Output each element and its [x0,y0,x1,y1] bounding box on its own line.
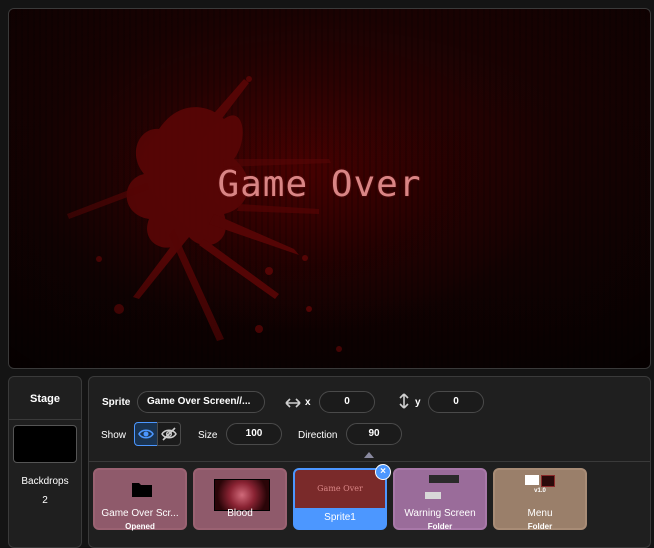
sprite-label: Sprite [102,397,131,408]
show-toggle-group [134,422,182,446]
show-hidden-button[interactable] [157,422,181,446]
sprite-info-panel: Sprite Game Over Screen//... x 0 y 0 Sho… [88,376,651,548]
sprite-thumbnail [195,470,285,511]
sprite-name-input[interactable]: Game Over Screen//... [137,391,265,413]
sprite-thumbnail-text: v1.0 [534,488,546,494]
panel-resize-handle[interactable] [364,452,374,458]
x-position-input[interactable]: 0 [319,391,375,413]
size-input[interactable]: 100 [226,423,282,445]
sprite-subtitle: Folder [527,522,553,531]
eye-icon [138,429,154,439]
sprite-name: Menu [527,508,553,519]
y-position-input[interactable]: 0 [428,391,484,413]
stage-selector-panel[interactable]: Stage Backdrops 2 [8,376,82,548]
sprite-card-sprite1[interactable]: Game Over Sprite1 × [293,464,391,530]
stage-backdrop-thumbnail[interactable] [13,425,77,463]
horizontal-arrows-icon [285,396,301,414]
sprite-card-menu[interactable]: v1.0 Menu Folder [493,468,587,531]
sprite-thumbnail: v1.0 [495,470,585,508]
eye-slash-icon [161,427,177,441]
size-label: Size [198,430,218,441]
stage-panel-title: Stage [30,393,60,405]
game-over-title: Game Over [217,164,422,205]
sprite-list: Game Over Scr... Opened Blood Game Over … [89,461,650,547]
sprite-card-blood[interactable]: Blood [193,468,287,530]
direction-input[interactable]: 90 [346,423,402,445]
sprite-thumbnail-text: Game Over [317,484,363,493]
delete-sprite-button[interactable]: × [375,464,391,480]
sprite-name: Warning Screen [404,508,476,519]
sprite-subtitle: Folder [427,522,453,531]
sprite-card-game-over-screen[interactable]: Game Over Scr... Opened [93,468,187,531]
vertical-arrows-icon [398,393,410,414]
stage-canvas[interactable]: Game Over [8,8,651,369]
sprite-thumbnail [95,470,185,508]
x-label: x [305,397,311,408]
sprite-card-warning-screen[interactable]: Warning Screen Folder [393,468,487,531]
show-visible-button[interactable] [134,422,158,446]
sprite-name: Blood [227,508,253,519]
sprite-name: Game Over Scr... [101,508,179,519]
sprite-thumbnail [395,470,485,508]
stage-panel-divider [9,419,81,420]
folder-icon [132,483,152,497]
y-label: y [415,397,421,408]
backdrops-label: Backdrops [21,476,69,487]
show-label: Show [101,430,127,441]
sprite-name: Sprite1 [324,512,356,523]
backdrops-count: 2 [42,495,48,506]
sprite-thumbnail: Game Over [295,470,385,508]
direction-label: Direction [298,430,338,441]
sprite-subtitle: Opened [125,522,155,531]
